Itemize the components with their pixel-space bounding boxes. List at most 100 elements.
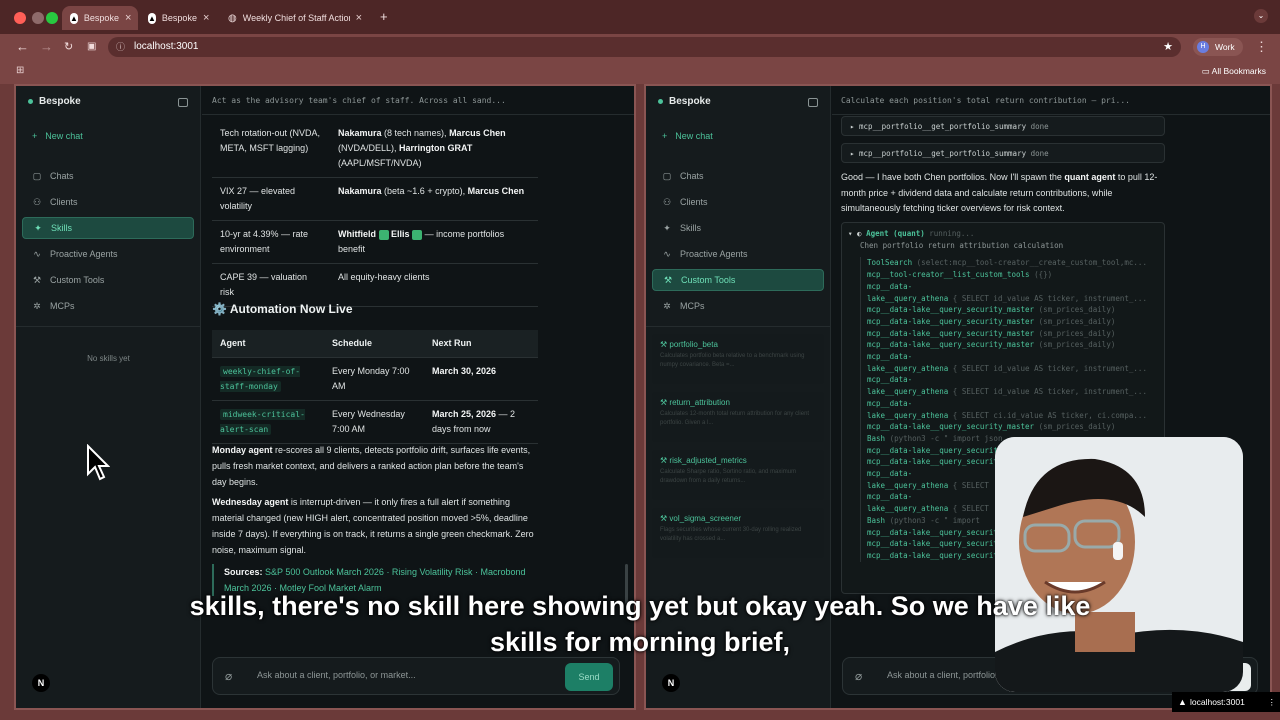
tab-search-chevron-icon[interactable]: ⌄ [1254,9,1268,23]
new-tab-button[interactable]: + [380,9,388,24]
tab-close-icon[interactable]: × [203,12,209,24]
tab-close-icon[interactable]: × [125,12,131,24]
tool-name: mcp__data-lake__query_security_master [867,422,1035,432]
table-row: CAPE 39 — valuation risk All equity-heavy… [212,263,538,307]
wrench-icon: ⚒ [32,275,42,285]
agent-tool-row[interactable]: lake__query_athena { SELECT id_value AS … [867,363,1164,375]
table-row: weekly-chief-of-staff-monday Every Monday… [212,357,538,401]
window-close-button[interactable] [14,12,26,24]
chat-input[interactable]: ⌀ Ask about a client, portfolio, or mark… [212,657,620,695]
schedule-cell: Every Wednesday 7:00 AM [324,400,424,444]
cell-text: (8 tech names), [381,128,450,138]
window-zoom-button[interactable] [46,12,58,24]
more-icon[interactable]: ⋮ [1268,692,1277,712]
agent-tool-row[interactable]: mcp__data- [867,374,1164,386]
nav-mcps[interactable]: ✲ MCPs [22,295,194,317]
agent-tool-row[interactable]: mcp__data-lake__query_security_master (s… [867,304,1164,316]
tool-args: (python3 -c " import [889,515,980,525]
tool-args: { SELECT [952,504,989,514]
browser-tab-3[interactable]: ◍ Weekly Chief of Staff Action × [220,6,370,30]
chat-icon: ▢ [32,171,42,181]
back-arrow-icon[interactable]: ← [16,39,29,55]
url-field[interactable]: ⓘ localhost:3001 ★ [108,37,1181,57]
tab-close-icon[interactable]: × [356,12,362,24]
col-agent: Agent [212,330,324,358]
tool-args: (select:mcp__tool-creator__create_custom… [916,258,1147,268]
mouse-cursor-icon [87,444,110,481]
agent-tool-row[interactable]: mcp__data- [867,351,1164,363]
nav-clients[interactable]: ⚇ Clients [22,191,194,213]
risk-cell: CAPE 39 — valuation risk [212,263,330,307]
tool-name: mcp__data- [867,352,913,362]
cell-text: Ellis [391,229,410,239]
cell-text: Marcus Chen [467,186,525,196]
folder-icon: ▭ [1201,66,1212,76]
gear-icon: ✲ [33,301,41,311]
table-row: midweek-critical-alert-scan Every Wednesd… [212,400,538,444]
agent-tool-row[interactable]: mcp__data-lake__query_security_master (s… [867,339,1164,351]
agent-tool-row[interactable]: mcp__data- [867,281,1164,293]
profile-avatar: H [1197,41,1209,53]
browser-tab-2[interactable]: ▲ Bespoke × [140,6,216,30]
bookmarks-bar: ⊞ ▭ All Bookmarks [0,60,1280,84]
collapse-sidebar-icon[interactable] [178,98,188,107]
check-icon [378,229,389,240]
window-minimize-button[interactable] [32,12,44,24]
agent-tool-row[interactable]: mcp__data-lake__query_security_master (s… [867,421,1164,433]
prompt-divider [202,114,634,115]
sidebar-divider [16,326,201,327]
tool-name: mcp__data-lake__query_security_master [867,305,1035,315]
all-bookmarks-button[interactable]: ▭ All Bookmarks [1202,66,1266,77]
brand-dot-icon [28,99,33,104]
new-chat-button[interactable]: + New chat [32,131,83,141]
sidepanel-icon[interactable]: ▣ [87,39,96,55]
site-info-icon[interactable]: ⓘ [116,37,125,57]
nextjs-badge[interactable]: N [32,674,50,692]
agent-tool-row[interactable]: mcp__data-lake__query_security_master (s… [867,316,1164,328]
tool-call-row[interactable]: ▸ mcp__portfolio__get_portfolio_summary … [841,143,1165,163]
attach-icon[interactable]: ⌀ [855,669,862,683]
agent-tool-row[interactable]: mcp__data- [867,398,1164,410]
nav-proactive-agents[interactable]: ∿ Proactive Agents [22,243,194,265]
tool-args: { SELECT id_value AS ticker, instrument_… [952,293,1147,303]
browser-tab-1[interactable]: ▲ Bespoke × [62,6,138,30]
tool-name: mcp__data- [867,469,913,479]
agent-tool-row[interactable]: lake__query_athena { SELECT ci.id_value … [867,410,1164,422]
plus-icon: + [32,131,38,141]
agent-tool-row[interactable]: lake__query_athena { SELECT id_value AS … [867,386,1164,398]
agent-tool-row[interactable]: mcp__tool-creator__list_custom_tools ({}… [867,269,1164,281]
agent-tool-row[interactable]: lake__query_athena { SELECT id_value AS … [867,293,1164,305]
cell-text: Marcus Chen [449,128,506,138]
check-icon [412,229,423,240]
nav-custom-tools[interactable]: ⚒ Custom Tools [22,269,194,291]
attach-icon[interactable]: ⌀ [225,669,232,683]
tool-call-row[interactable]: ▸ mcp__portfolio__get_portfolio_summary … [841,116,1165,136]
next-run-date: March 25, 2026 [432,409,497,419]
bespoke-favicon-icon: ▲ [70,12,78,24]
risk-table: Tech rotation-out (NVDA, META, MSFT lagg… [212,120,538,307]
tool-name: mcp__tool-creator__list_custom_tools [867,270,1030,280]
browser-tab-strip: ▲ Bespoke × ▲ Bespoke × ◍ Weekly Chief o… [0,0,1280,34]
browser-menu-icon[interactable]: ⋮ [1255,39,1268,55]
nav-chats[interactable]: ▢ Chats [22,165,194,187]
profile-button[interactable]: H Work [1193,38,1243,56]
agent-tool-row[interactable]: ToolSearch (select:mcp__tool-creator__cr… [867,257,1164,269]
tool-args: ({}) [1034,270,1053,280]
tool-args: { SELECT id_value AS ticker, instrument_… [952,363,1147,373]
user-prompt: Act as the advisory team's chief of staf… [212,96,506,105]
apps-grid-icon[interactable]: ⊞ [16,65,24,76]
nav-skills[interactable]: ✦ Skills [22,217,194,239]
sparkle-icon: ✦ [34,223,42,233]
table-row: Tech rotation-out (NVDA, META, MSFT lagg… [212,120,538,178]
agent-tool-row[interactable]: mcp__data-lake__query_security_master (s… [867,328,1164,340]
tool-args: (python3 -c " import json... [889,433,1017,443]
bookmark-star-icon[interactable]: ★ [1163,37,1173,57]
reload-icon[interactable]: ↻ [64,39,73,55]
tool-name: lake__query_athena [867,504,949,514]
chevron-down-icon: ▾ ◐ [848,229,867,238]
send-button[interactable]: Send [565,663,613,691]
tool-name: lake__query_athena [867,480,949,490]
next-run-cell: March 30, 2026 [424,357,538,401]
risk-cell: Tech rotation-out (NVDA, META, MSFT lagg… [212,120,330,178]
forward-arrow-icon[interactable]: → [40,39,53,55]
